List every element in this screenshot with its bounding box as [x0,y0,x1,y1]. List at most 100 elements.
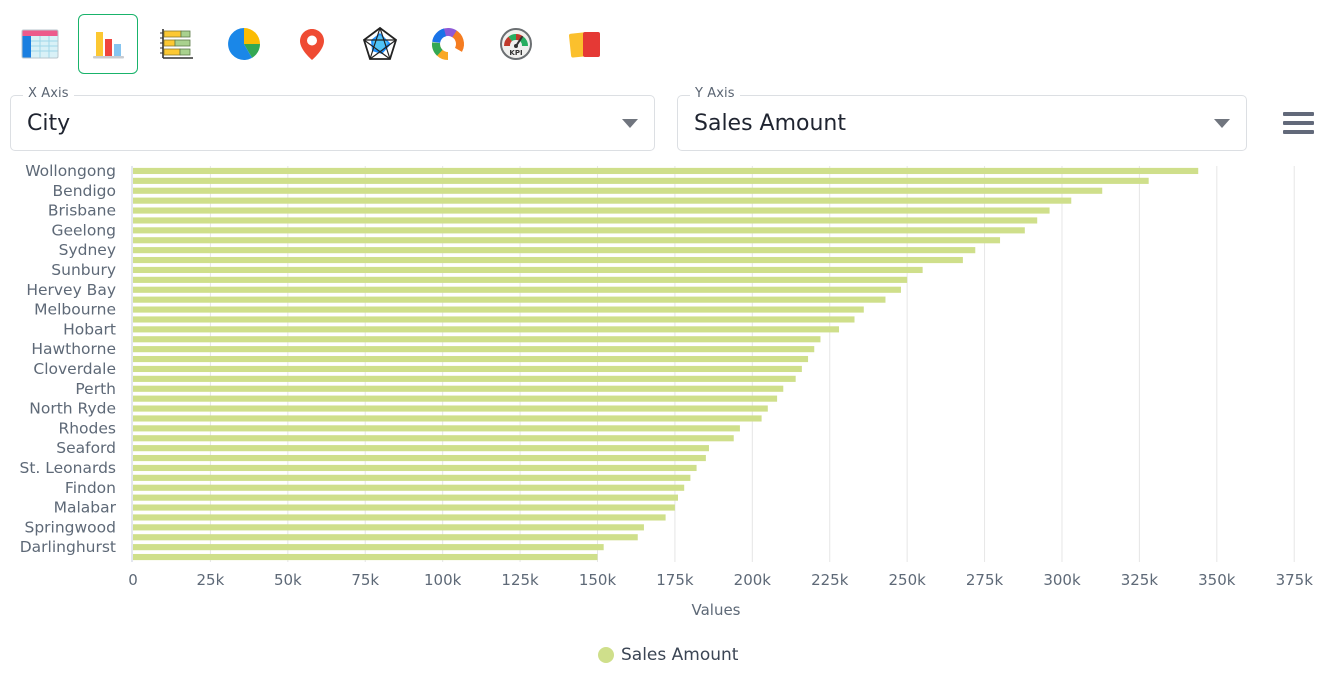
svg-text:KPI: KPI [509,49,522,57]
bar[interactable] [133,495,678,501]
map-pin-icon [290,24,334,64]
bar[interactable] [133,366,802,372]
bar[interactable] [133,554,597,560]
viz-type-kpi-gauge-button[interactable]: KPI [486,14,546,74]
viz-type-cards-button[interactable] [554,14,614,74]
bar[interactable] [133,237,1000,243]
bar[interactable] [133,198,1071,204]
category-label: Springwood [24,518,116,536]
category-label: Perth [75,380,116,398]
category-label: Rhodes [58,419,116,437]
bar[interactable] [133,306,864,312]
x-tick-label: 275k [966,571,1004,589]
cards-icon [562,24,606,64]
category-label: Melbourne [34,301,116,319]
x-axis-select[interactable]: X Axis City [10,95,655,151]
chart-canvas: WollongongBendigoBrisbaneGeelongSydneySu… [0,160,1330,690]
bar[interactable] [133,376,796,382]
viz-type-radar-chart-button[interactable] [350,14,410,74]
bar[interactable] [133,455,706,461]
chart-legend[interactable]: Sales Amount [598,645,739,665]
category-label: Hawthorne [31,340,116,358]
axis-controls: X Axis City Y Axis Sales Amount [0,86,1330,160]
bar[interactable] [133,514,666,520]
category-label: Sunbury [51,261,116,279]
x-tick-label: 150k [579,571,617,589]
chevron-down-icon[interactable] [622,119,638,128]
x-tick-label: 225k [811,571,849,589]
category-label: Hobart [63,320,116,338]
legend-label[interactable]: Sales Amount [621,645,739,665]
x-tick-label: 325k [1121,571,1159,589]
viz-type-bar-chart-button[interactable] [146,14,206,74]
bar[interactable] [133,287,901,293]
chart-x-axis-title: Values [691,601,740,619]
chevron-down-icon[interactable] [1214,119,1230,128]
category-label: North Ryde [29,400,116,418]
y-axis-value: Sales Amount [694,111,1206,136]
bar[interactable] [133,544,604,550]
radar-chart-icon [358,24,402,64]
bar[interactable] [133,267,923,273]
bar[interactable] [133,425,740,431]
hamburger-menu-icon[interactable] [1283,106,1317,140]
category-label: Malabar [54,499,117,517]
bar[interactable] [133,257,963,263]
bar[interactable] [133,465,697,471]
bar[interactable] [133,168,1198,174]
bar[interactable] [133,326,839,332]
viz-type-map-button[interactable] [282,14,342,74]
category-label: Seaford [56,439,116,457]
bar[interactable] [133,524,644,530]
x-axis-value: City [27,111,614,136]
bar[interactable] [133,346,814,352]
category-label: Brisbane [48,202,116,220]
x-tick-label: 300k [1043,571,1081,589]
bar[interactable] [133,504,675,510]
category-label: Bendigo [53,182,116,200]
bar[interactable] [133,247,975,253]
x-tick-label: 50k [274,571,302,589]
bar[interactable] [133,277,907,283]
viz-type-table-button[interactable] [10,14,70,74]
category-label: Sydney [59,241,116,259]
donut-chart-icon [426,24,470,64]
bar[interactable] [133,415,762,421]
bar[interactable] [133,534,638,540]
bar[interactable] [133,475,690,481]
bar[interactable] [133,178,1149,184]
y-axis-select[interactable]: Y Axis Sales Amount [677,95,1247,151]
bar[interactable] [133,188,1102,194]
bar[interactable] [133,336,820,342]
viz-type-pie-chart-button[interactable] [214,14,274,74]
bar[interactable] [133,316,855,322]
viz-type-column-chart-button[interactable] [78,14,138,74]
kpi-gauge-icon: KPI [494,24,538,64]
category-label: Hervey Bay [26,281,116,299]
chart-x-tick-labels: 025k50k75k100k125k150k175k200k225k250k27… [128,571,1313,589]
bar[interactable] [133,207,1050,213]
bar[interactable] [133,297,885,303]
column-chart-icon [86,24,130,64]
category-label: Geelong [51,221,116,239]
legend-marker [598,647,614,663]
x-tick-label: 350k [1198,571,1236,589]
x-tick-label: 25k [197,571,225,589]
bar[interactable] [133,435,734,441]
x-tick-label: 100k [424,571,462,589]
bar[interactable] [133,227,1025,233]
y-axis-label: Y Axis [690,87,740,100]
bar[interactable] [133,485,684,491]
category-label: Darlinghurst [20,538,116,556]
visualization-type-toolbar: KPI [0,0,1330,86]
viz-type-donut-chart-button[interactable] [418,14,478,74]
chart-bars [133,168,1198,560]
category-label: Findon [65,479,116,497]
x-tick-label: 250k [888,571,926,589]
bar[interactable] [133,217,1037,223]
bar[interactable] [133,445,709,451]
bar[interactable] [133,396,777,402]
bar[interactable] [133,405,768,411]
bar[interactable] [133,386,783,392]
bar[interactable] [133,356,808,362]
